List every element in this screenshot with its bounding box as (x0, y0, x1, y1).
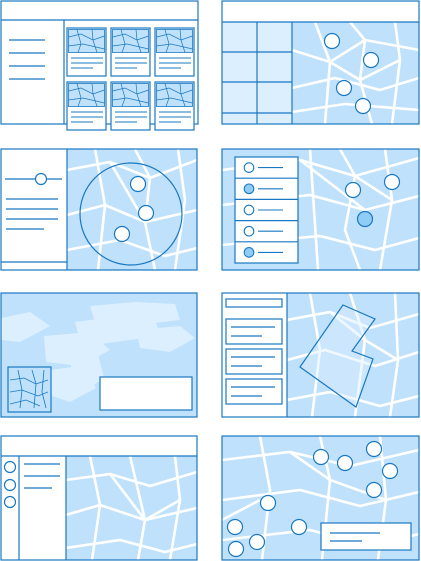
panel-pins-with-callout (221, 435, 420, 561)
map-pin[interactable] (227, 540, 245, 558)
result-card[interactable] (225, 378, 283, 405)
gallery-card[interactable] (154, 27, 195, 77)
map-pin[interactable] (113, 225, 131, 243)
map-pin[interactable] (248, 533, 266, 551)
map-pin[interactable] (323, 32, 341, 50)
sidebar-text-lines (6, 198, 58, 230)
result-card[interactable] (225, 318, 283, 345)
checkbox-checked[interactable] (243, 183, 255, 195)
map-pin-selected[interactable] (356, 210, 374, 228)
info-box (99, 376, 193, 411)
panel-checklist-filter (221, 148, 420, 271)
map-pin[interactable] (354, 97, 372, 115)
gallery-card[interactable] (154, 81, 195, 131)
checkbox-checked[interactable] (243, 247, 255, 258)
map-pin[interactable] (365, 440, 383, 458)
map-pin[interactable] (383, 173, 401, 191)
result-card[interactable] (225, 348, 283, 375)
panel-sidebar-list-map (0, 435, 198, 561)
panel-radius-search (0, 148, 198, 271)
rail-icon[interactable] (3, 478, 17, 492)
checkbox[interactable] (243, 225, 255, 237)
rail-icon[interactable] (3, 495, 17, 509)
map-pin[interactable] (335, 79, 353, 97)
search-field[interactable] (225, 298, 283, 308)
checkbox[interactable] (243, 204, 255, 216)
gallery-card[interactable] (66, 27, 107, 77)
panel-table-with-map (221, 0, 420, 125)
map-pin[interactable] (381, 462, 399, 480)
map-pin[interactable] (259, 494, 277, 512)
panel-gallery-grid (0, 0, 199, 131)
callout-card (320, 522, 412, 551)
rail-icon[interactable] (3, 460, 17, 474)
gallery-card[interactable] (110, 81, 151, 131)
panel-3d-view (0, 292, 198, 418)
map-pin[interactable] (362, 51, 380, 69)
map-pin[interactable] (344, 181, 362, 199)
map-pin[interactable] (365, 481, 383, 499)
sidebar-text-lines (24, 463, 60, 489)
map-pin[interactable] (290, 518, 308, 536)
map-pin[interactable] (336, 454, 354, 472)
radius-slider-handle[interactable] (34, 172, 48, 186)
gallery-card[interactable] (110, 27, 151, 77)
panel-area-draw (221, 292, 420, 418)
map-pin[interactable] (129, 175, 147, 193)
map-pin[interactable] (312, 448, 330, 466)
map-pin[interactable] (137, 204, 155, 222)
map-pin[interactable] (226, 518, 244, 536)
gallery-card[interactable] (66, 81, 107, 131)
minimap[interactable] (7, 366, 52, 413)
map-wireframes-diagram (0, 0, 420, 561)
checkbox[interactable] (243, 162, 255, 173)
